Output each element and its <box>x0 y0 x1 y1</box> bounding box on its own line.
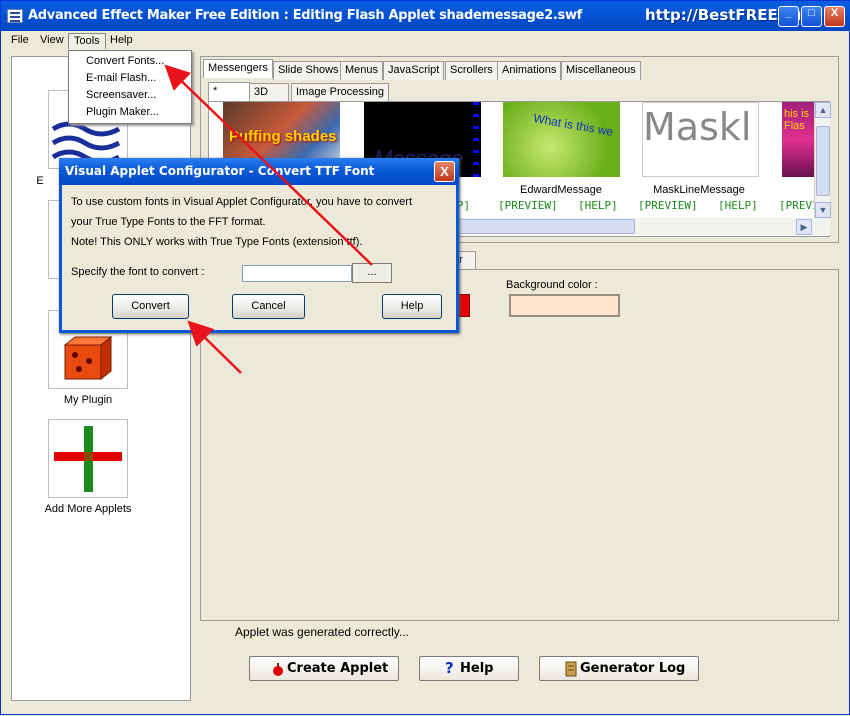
browse-button[interactable]: ... <box>352 263 392 283</box>
status-text: Applet was generated correctly... <box>235 625 409 639</box>
menu-file[interactable]: File <box>6 33 34 49</box>
help-link-3[interactable]: [HELP] <box>718 199 758 212</box>
tab-image-processing[interactable]: Image Processing <box>291 83 390 102</box>
menu-plugin-maker[interactable]: Plugin Maker... <box>86 106 159 118</box>
plus-icon <box>54 426 122 492</box>
thumb-edward[interactable]: What is this we <box>503 102 620 177</box>
dialog-text-line2: your True Type Fonts to the FFT format. <box>71 216 266 228</box>
my-plugin-label: My Plugin <box>63 394 113 406</box>
scroll-icon <box>565 661 577 677</box>
bg-color-label: Background color : <box>506 279 598 291</box>
thumb-text: What is this we <box>532 111 615 139</box>
scroll-up-icon[interactable]: ▲ <box>815 102 831 118</box>
plugin-label-partial: E <box>36 175 44 187</box>
cancel-button[interactable]: Cancel <box>232 294 305 319</box>
generator-log-label: Generator Log <box>580 661 686 676</box>
dialog-text-line3: Note! This ONLY works with True Type Fon… <box>71 236 363 248</box>
preview-link-3[interactable]: [PREVIEW] <box>638 199 698 212</box>
create-applet-label: Create Applet <box>287 661 389 676</box>
thumb-text: Puffing shades <box>229 128 337 145</box>
tab-messengers[interactable]: Messengers <box>203 59 273 78</box>
tab-menus[interactable]: Menus <box>340 61 384 80</box>
tab-3d[interactable]: 3D <box>249 83 289 102</box>
create-applet-button[interactable]: Create Applet <box>249 656 399 681</box>
maximize-button[interactable]: □ <box>801 6 822 27</box>
plugin-tile-add-more[interactable] <box>48 419 128 498</box>
scroll-down-icon[interactable]: ▼ <box>815 202 831 218</box>
window-title: Advanced Effect Maker Free Edition : Edi… <box>28 8 583 23</box>
app-window: Advanced Effect Maker Free Edition : Edi… <box>0 0 850 715</box>
tab-all[interactable]: * <box>208 82 250 101</box>
thumb-text: Maskl <box>643 105 752 149</box>
minimize-button[interactable]: _ <box>778 6 799 27</box>
menu-email-flash[interactable]: E-mail Flash... <box>86 72 156 84</box>
bg-color-swatch[interactable] <box>509 294 620 317</box>
help-link-2[interactable]: [HELP] <box>578 199 618 212</box>
preview-link-4[interactable]: [PREVI <box>779 199 819 212</box>
title-bar[interactable]: Advanced Effect Maker Free Edition : Edi… <box>1 1 850 31</box>
font-path-input[interactable] <box>242 265 352 282</box>
menu-convert-fonts[interactable]: Convert Fonts... <box>86 55 164 67</box>
menu-screensaver[interactable]: Screensaver... <box>86 89 156 101</box>
tab-scrollers[interactable]: Scrollers <box>445 61 498 80</box>
tools-dropdown: Convert Fonts... E-mail Flash... Screens… <box>68 50 192 124</box>
thumb-text: his is Flas <box>784 108 810 132</box>
applet-name-3: MaskLineMessage <box>653 184 745 196</box>
menu-view[interactable]: View <box>35 33 69 49</box>
add-more-label: Add More Applets <box>44 503 132 515</box>
menu-help[interactable]: Help <box>105 33 138 49</box>
apple-icon <box>273 663 283 676</box>
dialog-title: Visual Applet Configurator - Convert TTF… <box>65 164 375 178</box>
convert-button[interactable]: Convert <box>112 294 189 319</box>
specify-font-label: Specify the font to convert : <box>71 266 205 278</box>
preview-link-2[interactable]: [PREVIEW] <box>498 199 558 212</box>
dialog-text-line1: To use custom fonts in Visual Applet Con… <box>71 196 412 208</box>
tab-slide-shows[interactable]: Slide Shows <box>273 61 344 80</box>
gallery-vertical-scrollbar[interactable]: ▲ ▼ <box>814 102 831 218</box>
help-button[interactable]: ? Help <box>419 656 519 681</box>
applet-name-2: EdwardMessage <box>520 184 602 196</box>
menu-tools[interactable]: Tools <box>68 33 106 49</box>
question-icon: ? <box>445 659 454 677</box>
dialog-help-button[interactable]: Help <box>382 294 442 319</box>
help-label: Help <box>460 661 494 676</box>
scroll-right-icon[interactable]: ▶ <box>796 219 812 235</box>
tab-animations[interactable]: Animations <box>497 61 562 80</box>
app-icon <box>7 9 23 23</box>
scroll-thumb[interactable] <box>816 126 830 196</box>
menu-bar: File View Tools Help <box>4 31 848 50</box>
dialog-close-button[interactable]: X <box>434 161 455 182</box>
dialog-title-bar[interactable]: Visual Applet Configurator - Convert TTF… <box>59 158 459 185</box>
generator-log-button[interactable]: Generator Log <box>539 656 699 681</box>
tab-javascript[interactable]: JavaScript <box>383 61 445 80</box>
plugin-sidebar: E My Plugin Add More Applets <box>11 56 191 701</box>
close-button[interactable]: X <box>824 6 845 27</box>
convert-font-dialog: Visual Applet Configurator - Convert TTF… <box>59 158 459 333</box>
tab-miscellaneous[interactable]: Miscellaneous <box>561 61 641 80</box>
dot-strip <box>473 102 479 177</box>
thumb-maskline[interactable]: Maskl <box>642 102 759 177</box>
